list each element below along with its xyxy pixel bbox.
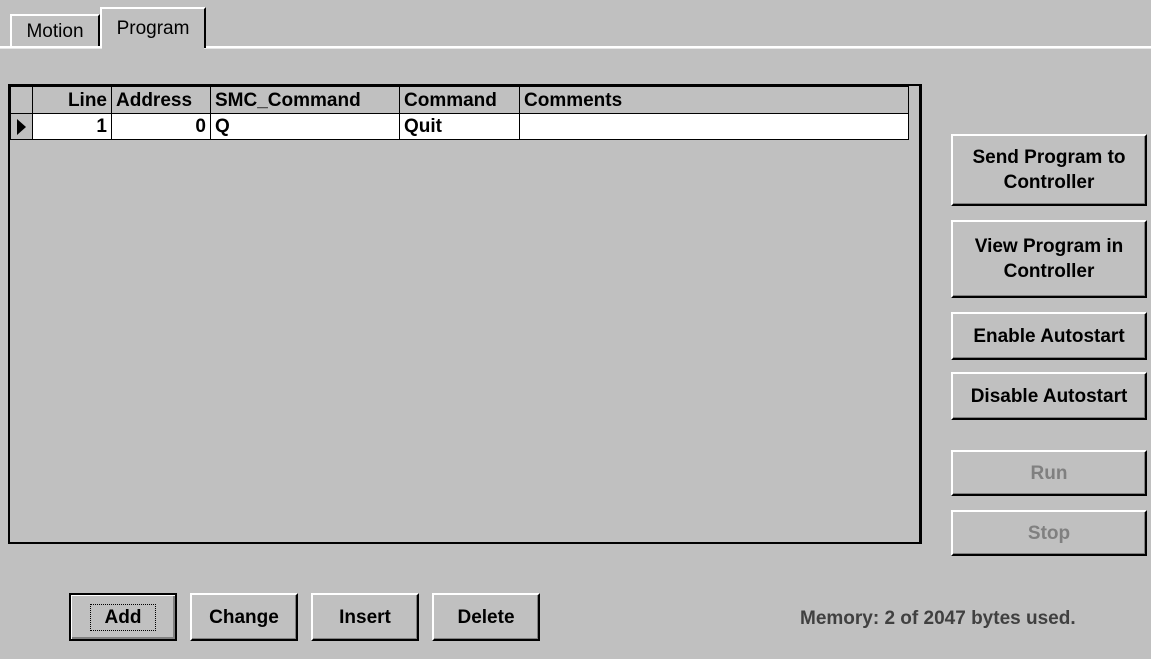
column-header-line[interactable]: Line [32, 86, 112, 114]
column-header-command[interactable]: Command [399, 86, 520, 114]
cell-line[interactable]: 1 [32, 113, 112, 140]
tab-strip: Motion Program [0, 0, 1151, 50]
program-grid[interactable]: Line Address SMC_Command Command Comment… [8, 84, 922, 544]
change-button[interactable]: Change [190, 593, 298, 641]
column-header-smc-command[interactable]: SMC_Command [210, 86, 400, 114]
header-selector-cell [10, 86, 33, 114]
current-row-arrow-icon [17, 118, 26, 135]
cell-address[interactable]: 0 [111, 113, 211, 140]
memory-usage-text: Memory: 2 of 2047 bytes used. [800, 608, 1076, 629]
run-button[interactable]: Run [951, 450, 1147, 496]
cell-smc-command[interactable]: Q [210, 113, 400, 140]
cell-comments[interactable] [519, 113, 909, 140]
header-row: Line Address SMC_Command Command Comment… [10, 86, 909, 114]
cell-command[interactable]: Quit [399, 113, 520, 140]
column-header-comments[interactable]: Comments [519, 86, 909, 114]
delete-button[interactable]: Delete [432, 593, 540, 641]
stop-button[interactable]: Stop [951, 510, 1147, 556]
row-selector[interactable] [10, 113, 33, 140]
program-table: Line Address SMC_Command Command Comment… [10, 86, 909, 140]
tab-program[interactable]: Program [100, 7, 206, 50]
disable-autostart-button[interactable]: Disable Autostart [951, 372, 1147, 420]
table-row[interactable]: 1 0 Q Quit [10, 113, 909, 140]
add-button[interactable]: Add [69, 593, 177, 641]
insert-button[interactable]: Insert [311, 593, 419, 641]
program-window: Motion Program Line Address SMC_Command … [0, 0, 1151, 659]
view-program-button[interactable]: View Program in Controller [951, 220, 1147, 298]
enable-autostart-button[interactable]: Enable Autostart [951, 312, 1147, 360]
column-header-address[interactable]: Address [111, 86, 211, 114]
tab-motion[interactable]: Motion [10, 14, 100, 46]
add-button-label: Add [89, 603, 157, 631]
send-program-button[interactable]: Send Program to Controller [951, 134, 1147, 206]
